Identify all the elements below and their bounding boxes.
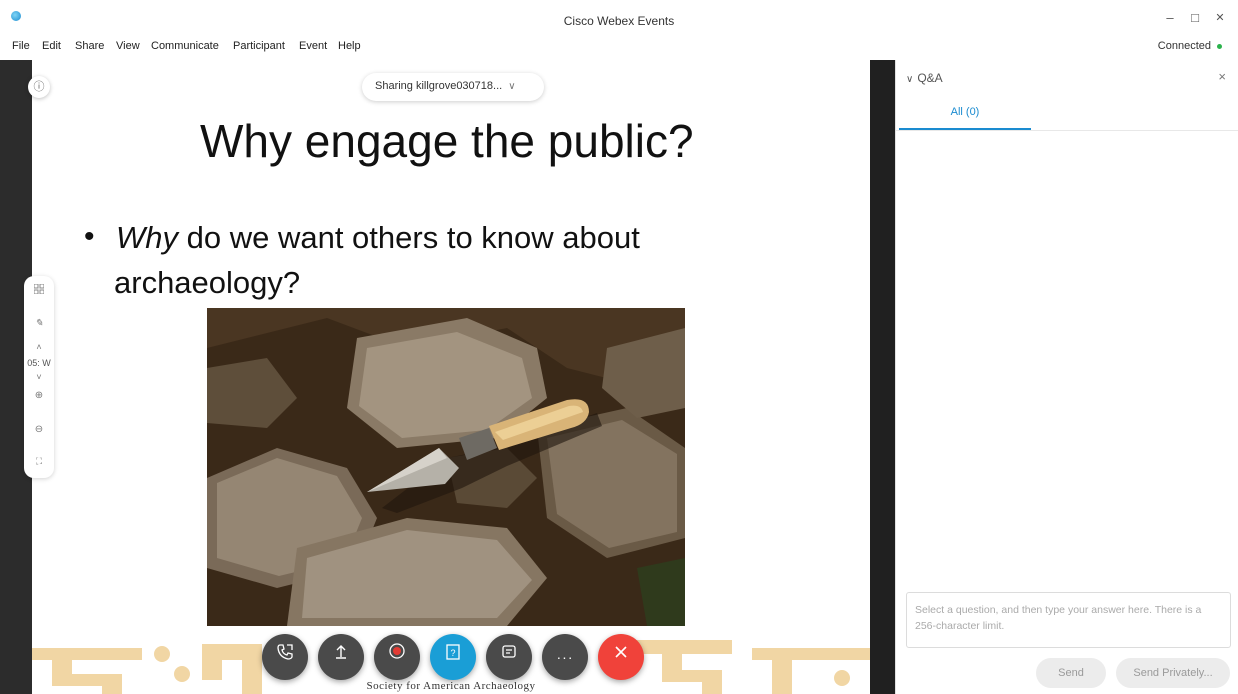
page-up-icon[interactable]: ˄ xyxy=(24,342,54,352)
slide-footer-text: Society for American Archaeology xyxy=(366,680,536,692)
notes-icon xyxy=(502,645,516,658)
send-button[interactable]: Send xyxy=(1036,658,1106,688)
record-button[interactable] xyxy=(374,634,420,680)
slide-bullet-line2: archaeology? xyxy=(114,265,301,300)
chevron-down-icon: ∨ xyxy=(508,81,516,92)
page-indicator: 05: W xyxy=(27,358,51,368)
more-icon: ··· xyxy=(556,649,574,665)
annotate-pen-icon[interactable]: ✎ xyxy=(24,318,54,329)
menu-event[interactable]: Event xyxy=(299,40,327,52)
menu-help[interactable]: Help xyxy=(338,40,361,52)
tab-all[interactable]: All (0) xyxy=(899,102,1031,130)
leave-icon xyxy=(615,646,627,658)
info-button[interactable]: ⓘ xyxy=(28,76,50,98)
tab-divider xyxy=(896,130,1238,131)
slide-bullet-dot: • xyxy=(84,220,95,253)
menu-communicate[interactable]: Communicate xyxy=(151,40,219,52)
slide-bullet-line1: Why do we want others to know about xyxy=(116,220,640,256)
page-down-icon[interactable]: ˅ xyxy=(24,372,54,382)
zoom-out-icon[interactable]: ⊖ xyxy=(24,424,54,435)
notes-button[interactable] xyxy=(486,634,532,680)
shared-slide: Why engage the public? • Why do we want … xyxy=(32,60,870,694)
qa-panel-header[interactable]: ∨ Q&A xyxy=(906,71,943,85)
stage-right-edge xyxy=(870,60,895,694)
trowel-photo-illustration xyxy=(207,308,685,626)
minimize-button[interactable]: – xyxy=(1162,10,1178,26)
connection-status-label: Connected xyxy=(1157,40,1211,52)
qa-panel-title: Q&A xyxy=(917,71,943,85)
qa-icon: ? xyxy=(446,644,460,660)
sharing-label: Sharing killgrove030718... xyxy=(375,80,503,92)
connected-dot-icon xyxy=(1217,43,1222,49)
audio-icon xyxy=(277,644,293,660)
fit-screen-icon[interactable]: ⛶ xyxy=(24,456,54,467)
audio-button[interactable] xyxy=(262,634,308,680)
qa-button[interactable]: ? xyxy=(430,634,476,680)
menu-view[interactable]: View xyxy=(116,40,140,52)
zoom-in-icon[interactable]: ⊕ xyxy=(24,390,54,401)
qa-panel-close-button[interactable]: × xyxy=(1218,69,1226,84)
sharing-dropdown[interactable]: Sharing killgrove030718... ∨ xyxy=(362,73,544,101)
thumbnail-grid-icon[interactable] xyxy=(24,283,54,297)
connection-status: Connected xyxy=(1158,40,1222,52)
send-privately-button[interactable]: Send Privately... xyxy=(1116,658,1230,688)
annotation-toolbar: ✎ ˄ 05: W ˅ ⊕ ⊖ ⛶ xyxy=(24,276,54,478)
share-content-button[interactable] xyxy=(318,634,364,680)
menu-edit[interactable]: Edit xyxy=(42,40,61,52)
menu-participant[interactable]: Participant xyxy=(233,40,285,52)
title-bar: Cisco Webex Events – □ ✕ xyxy=(0,0,1238,36)
leave-button[interactable] xyxy=(598,634,644,680)
collapse-chevron-icon: ∨ xyxy=(906,74,914,85)
trowel-photo xyxy=(207,308,685,626)
slide-bullet-italic: Why xyxy=(116,220,178,255)
slide-title: Why engage the public? xyxy=(200,115,694,167)
svg-text:?: ? xyxy=(450,648,455,658)
window-title: Cisco Webex Events xyxy=(563,14,675,28)
maximize-button[interactable]: □ xyxy=(1187,10,1203,26)
menu-bar: File Edit Share View Communicate Partici… xyxy=(0,36,1238,60)
qa-panel: ∨ Q&A × All (0) Select a question, and th… xyxy=(895,60,1238,694)
more-options-button[interactable]: ··· xyxy=(542,634,588,680)
menu-file[interactable]: File xyxy=(12,40,30,52)
menu-share[interactable]: Share xyxy=(75,40,104,52)
answer-input[interactable]: Select a question, and then type your an… xyxy=(906,592,1231,648)
close-button[interactable]: ✕ xyxy=(1212,10,1228,26)
record-icon xyxy=(389,643,405,659)
share-icon xyxy=(336,645,346,659)
slide-bullet-text: do we want others to know about xyxy=(186,220,640,255)
